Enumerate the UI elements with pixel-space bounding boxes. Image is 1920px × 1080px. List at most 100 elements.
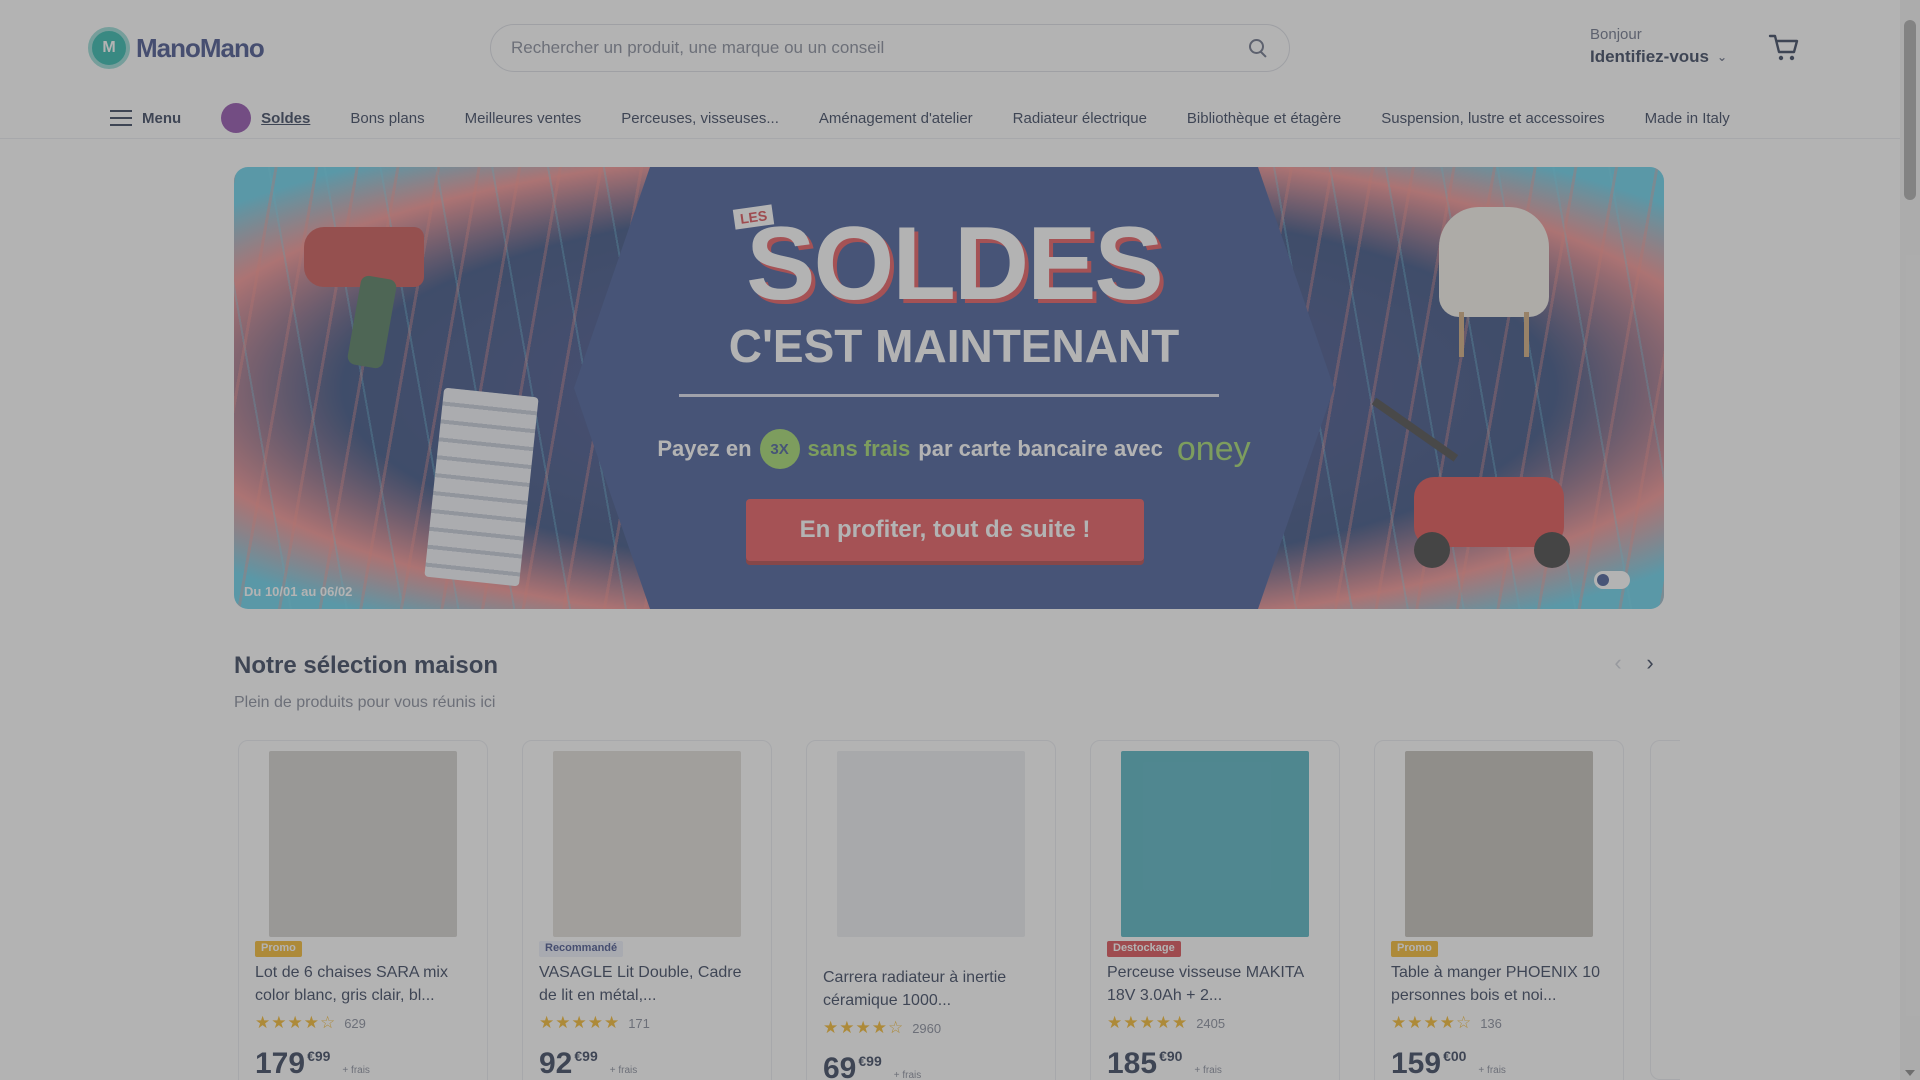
review-count: 171 <box>628 1015 650 1031</box>
login-link[interactable]: Identifiez-vous ⌄ <box>1590 47 1740 67</box>
price-integer: 92 <box>539 1047 573 1080</box>
carousel-prev-button[interactable]: ‹ <box>1606 648 1630 678</box>
hamburger-icon <box>110 110 132 126</box>
review-count: 2405 <box>1196 1015 1226 1031</box>
carousel-pause-toggle[interactable] <box>1594 571 1630 589</box>
account-menu[interactable]: Bonjour Identifiez-vous ⌄ <box>1590 26 1740 67</box>
product-rating: ★★★★★ 2405 <box>1107 1013 1323 1033</box>
product-card[interactable]: Recommandé VASAGLE Lit Double, Cadre de … <box>522 740 772 1080</box>
price-note: + frais <box>342 1065 370 1076</box>
product-image[interactable] <box>553 751 741 937</box>
rating-stars: ★★★★☆ <box>1391 1013 1473 1032</box>
product-title[interactable]: Table à manger PHOENIX 10 personnes bois… <box>1391 961 1607 1007</box>
manomano-logo[interactable]: M ManoMano <box>88 27 265 69</box>
price-decimal: €99 <box>574 1048 598 1064</box>
hero-title: SOLDES <box>746 206 1164 322</box>
product-card[interactable]: Promo Lot de 6 chaises SARA mix color bl… <box>238 740 488 1080</box>
drill-illustration <box>284 207 434 377</box>
account-greeting: Bonjour <box>1590 26 1642 43</box>
product-badge: Destockage <box>1107 941 1181 957</box>
price-note: + frais <box>893 1070 922 1080</box>
search-input[interactable] <box>511 38 1247 58</box>
product-card-partial[interactable] <box>1650 740 1680 1080</box>
product-image[interactable] <box>1405 751 1593 937</box>
nav-item-soldes[interactable]: Soldes <box>221 103 310 133</box>
nav-item-suspension[interactable]: Suspension, lustre et accessoires <box>1381 110 1604 127</box>
product-card[interactable]: Carrera radiateur à inertie céramique 10… <box>806 740 1056 1080</box>
nav-item-amenagement-atelier[interactable]: Aménagement d'atelier <box>819 110 973 127</box>
search-bar[interactable] <box>490 24 1290 72</box>
product-carousel: Promo Lot de 6 chaises SARA mix color bl… <box>238 740 1678 1080</box>
scroll-down-arrow-icon[interactable] <box>1905 1070 1915 1076</box>
product-badge: Recommandé <box>539 941 624 957</box>
review-count: 2960 <box>912 1020 942 1036</box>
carousel-next-button[interactable]: › <box>1638 648 1662 678</box>
hero-cta-button[interactable]: En profiter, tout de suite ! <box>746 499 1144 561</box>
radiator-illustration <box>424 387 539 587</box>
nav-divider <box>0 138 1900 139</box>
login-label: Identifiez-vous <box>1590 47 1710 66</box>
product-card[interactable]: Destockage Perceuse visseuse MAKITA 18V … <box>1090 740 1340 1080</box>
hero-divider <box>679 394 1219 397</box>
pay-prefix: Payez en <box>657 436 752 461</box>
product-badge <box>823 941 835 957</box>
scrollbar-thumb[interactable] <box>1904 20 1916 200</box>
rating-stars: ★★★★★ <box>539 1013 621 1032</box>
product-price: 179 €99 + frais <box>255 1047 471 1080</box>
soldes-label: Soldes <box>261 109 311 127</box>
section-title: Notre sélection maison <box>234 652 499 679</box>
logo-wordmark: ManoMano <box>136 32 265 63</box>
product-rating: ★★★★★ 171 <box>539 1013 755 1033</box>
logo-mark-icon: M <box>88 27 130 69</box>
review-count: 136 <box>1480 1015 1502 1031</box>
nav-item-bibliotheque[interactable]: Bibliothèque et étagère <box>1187 110 1341 127</box>
price-decimal: €90 <box>1159 1048 1183 1064</box>
product-price: 159 €00 + frais <box>1391 1047 1607 1080</box>
soldes-hero-banner[interactable]: LES SOLDES C'EST MAINTENANT Payez en 3X … <box>234 167 1664 609</box>
product-price: 69 €99 + frais <box>823 1052 1039 1080</box>
hero-dates: Du 10/01 au 06/02 <box>244 584 353 599</box>
rating-stars: ★★★★☆ <box>255 1013 337 1032</box>
menu-button[interactable]: Menu <box>110 110 181 127</box>
page-scrollbar[interactable] <box>1900 0 1920 1080</box>
nav-item-radiateur[interactable]: Radiateur électrique <box>1013 110 1147 127</box>
cart-icon[interactable] <box>1768 32 1800 62</box>
price-integer: 69 <box>823 1052 857 1080</box>
product-image[interactable] <box>1121 751 1309 937</box>
oney-logo: oney <box>1176 429 1251 468</box>
product-rating: ★★★★☆ 629 <box>255 1013 471 1033</box>
review-count: 629 <box>344 1015 366 1031</box>
product-card[interactable]: Promo Table à manger PHOENIX 10 personne… <box>1374 740 1624 1080</box>
hero-payment-line: Payez en 3X sans frais par carte bancair… <box>574 429 1334 469</box>
armchair-illustration <box>1429 197 1559 357</box>
nav-item-perceuses[interactable]: Perceuses, visseuses... <box>621 110 779 127</box>
nav-item-made-in-italy[interactable]: Made in Italy <box>1645 110 1730 127</box>
nav-item-meilleures-ventes[interactable]: Meilleures ventes <box>465 110 582 127</box>
product-image[interactable] <box>269 751 457 937</box>
soldes-icon <box>221 103 252 133</box>
section-subtitle: Plein de produits pour vous réunis ici <box>234 694 496 711</box>
price-integer: 179 <box>255 1047 306 1080</box>
price-integer: 159 <box>1391 1047 1442 1080</box>
price-note: + frais <box>1194 1065 1222 1076</box>
product-image[interactable] <box>837 751 1025 937</box>
pay-sans-frais: sans frais <box>807 436 911 461</box>
nav-item-bons-plans[interactable]: Bons plans <box>350 110 424 127</box>
menu-label: Menu <box>142 109 182 127</box>
price-decimal: €99 <box>307 1048 331 1064</box>
lawnmower-illustration <box>1371 397 1594 577</box>
product-title[interactable]: Lot de 6 chaises SARA mix color blanc, g… <box>255 961 471 1007</box>
rating-stars: ★★★★★ <box>1107 1013 1189 1032</box>
product-price: 92 €99 + frais <box>539 1047 755 1080</box>
price-note: + frais <box>1478 1065 1506 1076</box>
product-rating: ★★★★☆ 2960 <box>823 1018 1039 1038</box>
pay-3x-badge: 3X <box>759 429 800 469</box>
product-title[interactable]: VASAGLE Lit Double, Cadre de lit en méta… <box>539 961 755 1007</box>
product-title[interactable]: Carrera radiateur à inertie céramique 10… <box>823 966 1039 1012</box>
product-title[interactable]: Perceuse visseuse MAKITA 18V 3.0Ah + 2..… <box>1107 961 1323 1007</box>
price-note: + frais <box>609 1065 638 1076</box>
rating-stars: ★★★★☆ <box>823 1018 905 1037</box>
search-icon[interactable] <box>1247 37 1269 59</box>
hero-subtitle: C'EST MAINTENANT <box>728 320 1180 372</box>
price-decimal: €99 <box>858 1053 882 1069</box>
